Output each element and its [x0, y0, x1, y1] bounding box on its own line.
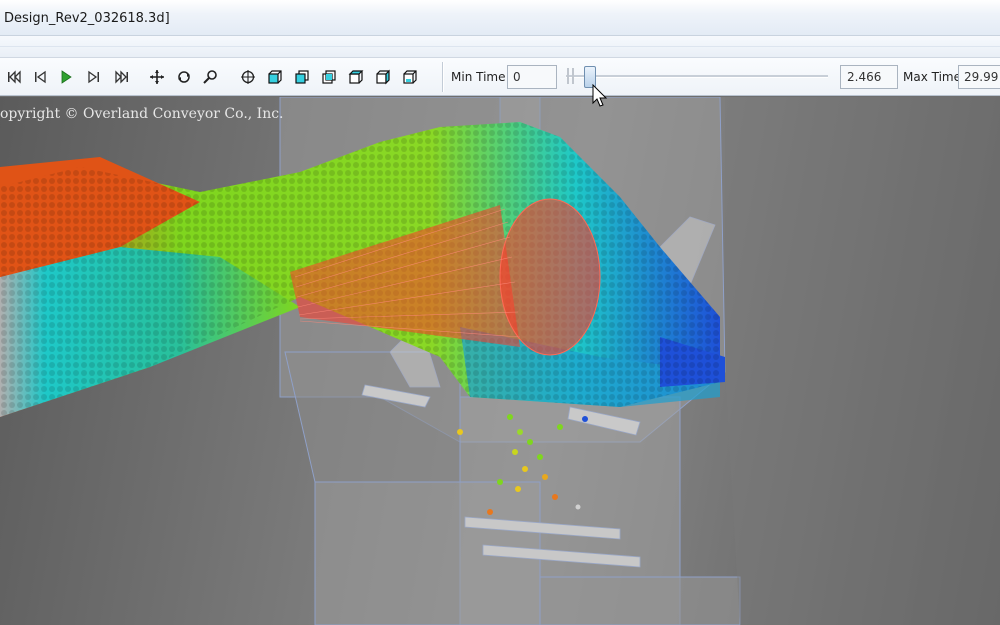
current-time-display[interactable]: 2.466 — [840, 65, 898, 89]
skip-to-end-icon — [115, 70, 128, 84]
play-icon — [61, 70, 72, 84]
discharge-skirt — [539, 576, 741, 625]
window-title: Design_Rev2_032618.3d] — [4, 11, 170, 26]
strip-divider — [0, 46, 1000, 47]
cube-front-icon — [295, 70, 309, 84]
step-back-button[interactable] — [30, 67, 50, 87]
max-time-input[interactable]: 29.99 — [958, 65, 1000, 89]
pan-icon — [150, 70, 164, 84]
cube-top-icon — [348, 70, 364, 84]
crosshair-icon — [241, 70, 255, 84]
view-bottom-button[interactable] — [400, 67, 420, 87]
ribbon-strip — [0, 36, 1000, 58]
step-back-icon — [35, 70, 46, 84]
title-bar: Design_Rev2_032618.3d] — [0, 0, 1000, 36]
cube-bottom-icon — [403, 70, 417, 84]
cube-iso-icon — [268, 70, 282, 84]
cube-back-icon — [322, 70, 336, 84]
step-forward-icon — [88, 70, 99, 84]
rotate-icon — [178, 71, 190, 83]
pan-button[interactable] — [147, 67, 167, 87]
playback-toolbar: Min Time 0 2.466 Max Time 29.99 — [0, 58, 1000, 96]
min-time-label: Min Time — [451, 70, 506, 84]
simulation-viewport[interactable]: opyright © Overland Conveyor Co., Inc. — [0, 97, 1000, 625]
view-side-button[interactable] — [373, 67, 393, 87]
center-view-button[interactable] — [238, 67, 258, 87]
view-top-button[interactable] — [346, 67, 366, 87]
zoom-button[interactable] — [200, 67, 220, 87]
slider-grip-icon — [567, 68, 574, 84]
view-iso-button[interactable] — [265, 67, 285, 87]
max-time-label: Max Time — [903, 70, 961, 84]
right-wall — [725, 97, 1000, 625]
rotate-button[interactable] — [174, 67, 194, 87]
mouse-cursor-icon — [592, 84, 608, 107]
skip-to-end-button[interactable] — [112, 67, 132, 87]
skip-to-start-button[interactable] — [4, 67, 24, 87]
min-time-input[interactable]: 0 — [507, 65, 557, 89]
copyright-watermark: opyright © Overland Conveyor Co., Inc. — [0, 106, 284, 122]
toolbar-separator — [442, 62, 444, 92]
view-back-button[interactable] — [319, 67, 339, 87]
play-button[interactable] — [56, 67, 76, 87]
step-forward-button[interactable] — [84, 67, 104, 87]
view-front-button[interactable] — [292, 67, 312, 87]
time-slider-track[interactable] — [566, 75, 828, 78]
cube-side-icon — [376, 69, 390, 85]
scene-geometry — [0, 97, 1000, 625]
skip-to-start-icon — [8, 70, 21, 84]
magnifier-icon — [203, 70, 217, 84]
